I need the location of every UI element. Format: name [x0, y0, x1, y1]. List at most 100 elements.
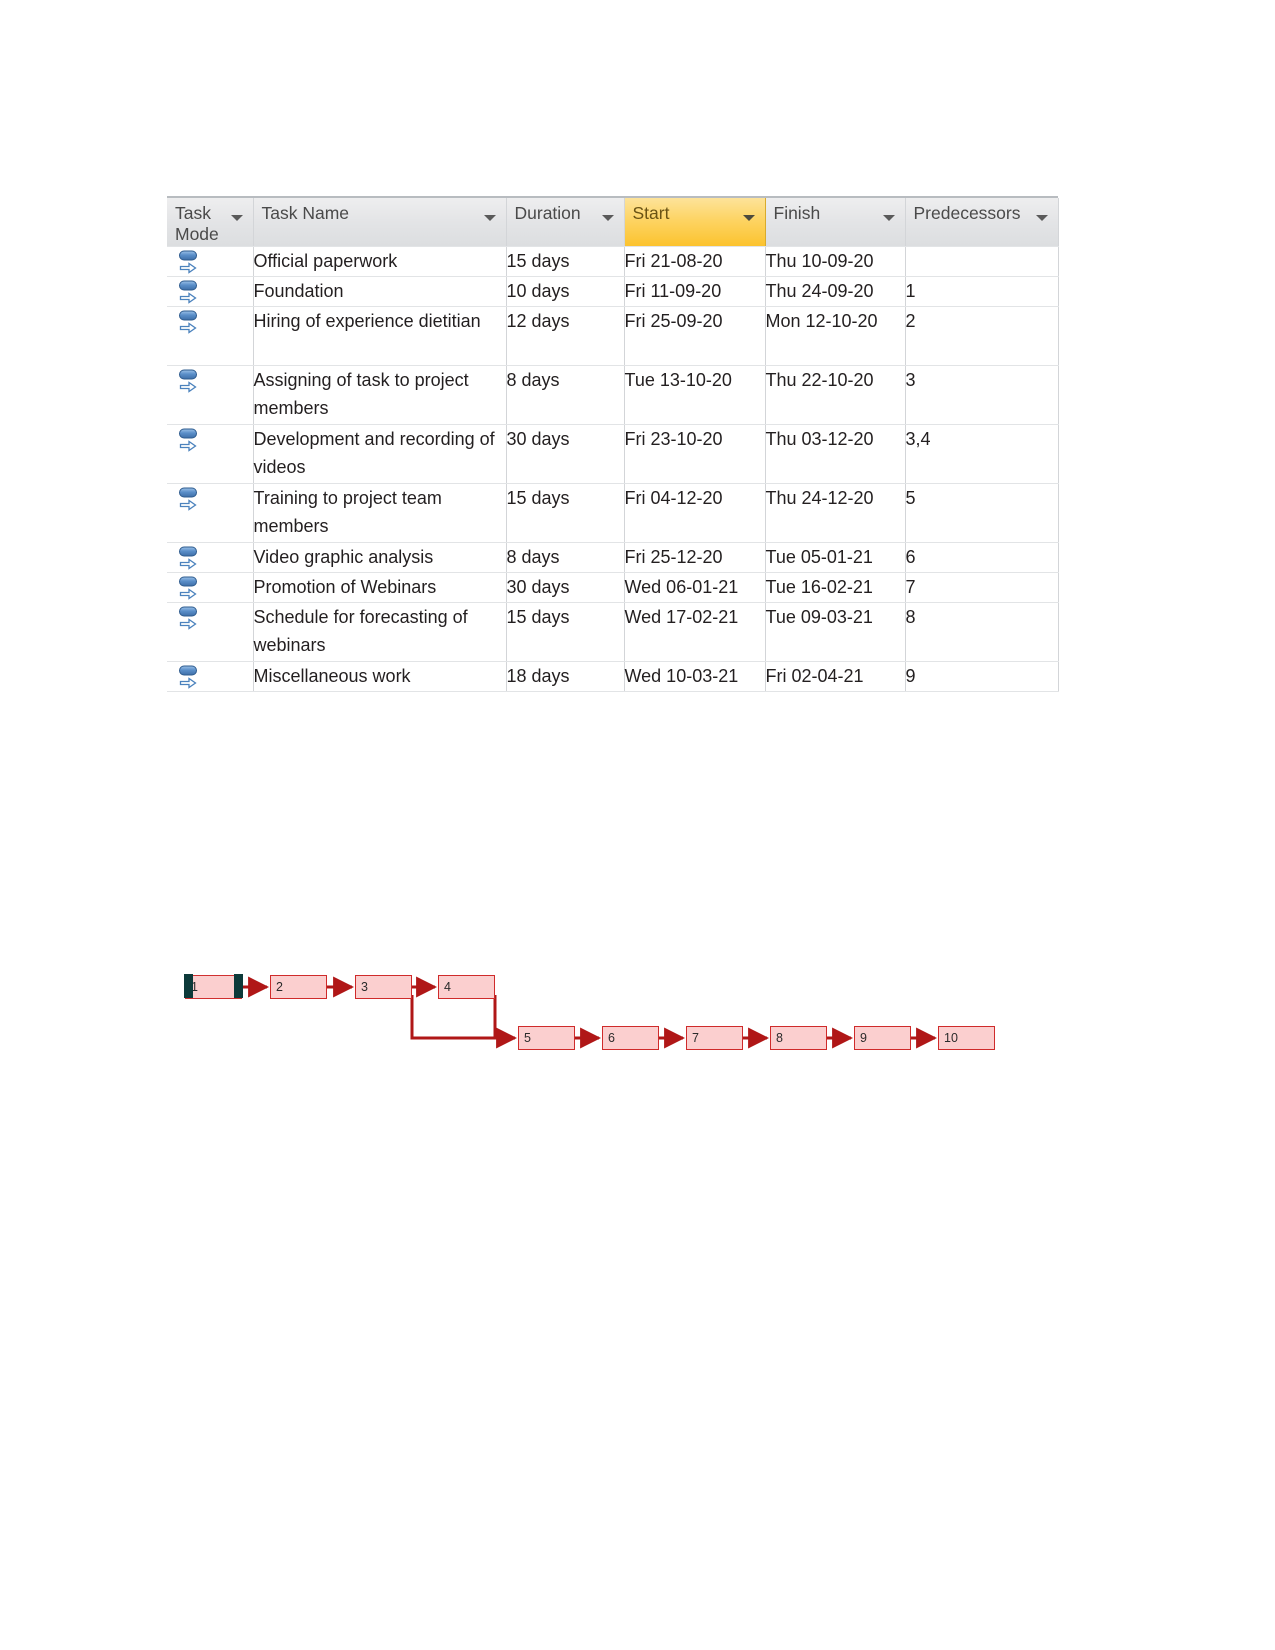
- cell-start[interactable]: Fri 25-12-20: [624, 542, 766, 573]
- column-header-finish[interactable]: Finish: [765, 198, 906, 247]
- task-table[interactable]: Task Mode Task Name Duration Start Finis…: [167, 198, 1059, 692]
- column-header-duration[interactable]: Duration: [506, 198, 625, 247]
- cell-finish[interactable]: Fri 02-04-21: [765, 661, 906, 692]
- cell-start[interactable]: Fri 04-12-20: [624, 483, 766, 543]
- cell-start[interactable]: Fri 23-10-20: [624, 424, 766, 484]
- column-header-start[interactable]: Start: [624, 198, 766, 247]
- table-row[interactable]: Assigning of task to project members 8 da…: [167, 365, 1059, 425]
- cell-task-mode[interactable]: [167, 661, 254, 692]
- network-node-2[interactable]: 2: [270, 975, 327, 999]
- network-node-8[interactable]: 8: [770, 1026, 827, 1050]
- cell-duration[interactable]: 10 days: [506, 276, 625, 307]
- table-row[interactable]: Foundation 10 days Fri 11-09-20 Thu 24-09-2…: [167, 276, 1059, 307]
- cell-finish[interactable]: Thu 24-09-20: [765, 276, 906, 307]
- cell-task-mode[interactable]: [167, 572, 254, 603]
- cell-task-mode[interactable]: [167, 365, 254, 425]
- cell-start[interactable]: Wed 10-03-21: [624, 661, 766, 692]
- cell-duration[interactable]: 15 days: [506, 483, 625, 543]
- table-row[interactable]: Development and recording of videos 30 da…: [167, 424, 1059, 484]
- cell-start[interactable]: Wed 06-01-21: [624, 572, 766, 603]
- column-header-task-name[interactable]: Task Name: [253, 198, 507, 247]
- filter-arrow-icon[interactable]: [230, 215, 243, 221]
- cell-start[interactable]: Fri 11-09-20: [624, 276, 766, 307]
- cell-task-name[interactable]: Hiring of experience dietitian: [253, 306, 507, 366]
- cell-task-name[interactable]: Video graphic analysis: [253, 542, 507, 573]
- task-sheet[interactable]: Task Mode Task Name Duration Start Finis…: [167, 196, 1059, 692]
- cell-predecessors[interactable]: 5: [905, 483, 1059, 543]
- auto-scheduled-icon: [178, 665, 204, 689]
- cell-start[interactable]: Fri 25-09-20: [624, 306, 766, 366]
- cell-predecessors[interactable]: 7: [905, 572, 1059, 603]
- cell-start[interactable]: Fri 21-08-20: [624, 246, 766, 277]
- cell-task-name[interactable]: Foundation: [253, 276, 507, 307]
- cell-task-name[interactable]: Promotion of Webinars: [253, 572, 507, 603]
- filter-arrow-icon[interactable]: [882, 215, 895, 221]
- selection-handle-left[interactable]: [184, 974, 194, 999]
- cell-task-name[interactable]: Schedule for forecasting of webinars: [253, 602, 507, 662]
- cell-task-name[interactable]: Assigning of task to project members: [253, 365, 507, 425]
- cell-task-mode[interactable]: [167, 246, 254, 277]
- cell-finish[interactable]: Thu 03-12-20: [765, 424, 906, 484]
- cell-predecessors[interactable]: 3: [905, 365, 1059, 425]
- cell-task-mode[interactable]: [167, 424, 254, 484]
- network-node-3[interactable]: 3: [355, 975, 412, 999]
- cell-task-name[interactable]: Training to project team members: [253, 483, 507, 543]
- network-node-7[interactable]: 7: [686, 1026, 743, 1050]
- cell-predecessors[interactable]: 8: [905, 602, 1059, 662]
- network-node-6[interactable]: 6: [602, 1026, 659, 1050]
- cell-task-mode[interactable]: [167, 602, 254, 662]
- cell-finish[interactable]: Thu 22-10-20: [765, 365, 906, 425]
- column-header-task-mode[interactable]: Task Mode: [167, 198, 254, 247]
- cell-duration[interactable]: 8 days: [506, 365, 625, 425]
- cell-duration[interactable]: 18 days: [506, 661, 625, 692]
- cell-finish[interactable]: Tue 09-03-21: [765, 602, 906, 662]
- network-node-1[interactable]: 1: [184, 974, 243, 999]
- cell-duration[interactable]: 12 days: [506, 306, 625, 366]
- filter-arrow-icon[interactable]: [742, 215, 755, 221]
- cell-predecessors[interactable]: 1: [905, 276, 1059, 307]
- cell-task-mode[interactable]: [167, 276, 254, 307]
- cell-duration[interactable]: 15 days: [506, 602, 625, 662]
- table-row[interactable]: Schedule for forecasting of webinars 15 d…: [167, 602, 1059, 662]
- cell-predecessors[interactable]: [905, 246, 1059, 277]
- filter-arrow-icon[interactable]: [483, 215, 496, 221]
- cell-predecessors[interactable]: 3,4: [905, 424, 1059, 484]
- table-row[interactable]: Promotion of Webinars 30 days Wed 06-01-21…: [167, 572, 1059, 603]
- filter-arrow-icon[interactable]: [601, 215, 614, 221]
- cell-start[interactable]: Wed 17-02-21: [624, 602, 766, 662]
- network-node-4[interactable]: 4: [438, 975, 495, 999]
- cell-finish[interactable]: Tue 05-01-21: [765, 542, 906, 573]
- network-node-9[interactable]: 9: [854, 1026, 911, 1050]
- table-row[interactable]: Official paperwork 15 days Fri 21-08-20 Thu…: [167, 246, 1059, 277]
- auto-scheduled-icon: [178, 606, 204, 630]
- cell-task-name[interactable]: Official paperwork: [253, 246, 507, 277]
- table-row[interactable]: Video graphic analysis 8 days Fri 25-12-20…: [167, 542, 1059, 573]
- cell-duration[interactable]: 30 days: [506, 424, 625, 484]
- auto-scheduled-icon: [178, 250, 204, 274]
- cell-duration[interactable]: 15 days: [506, 246, 625, 277]
- cell-predecessors[interactable]: 2: [905, 306, 1059, 366]
- cell-finish[interactable]: Mon 12-10-20: [765, 306, 906, 366]
- cell-predecessors[interactable]: 6: [905, 542, 1059, 573]
- cell-predecessors[interactable]: 9: [905, 661, 1059, 692]
- table-row[interactable]: Miscellaneous work 18 days Wed 10-03-21 Fri…: [167, 661, 1059, 692]
- filter-arrow-icon[interactable]: [1035, 215, 1048, 221]
- cell-duration[interactable]: 8 days: [506, 542, 625, 573]
- cell-duration[interactable]: 30 days: [506, 572, 625, 603]
- table-row[interactable]: Training to project team members 15 days F…: [167, 483, 1059, 543]
- cell-task-mode[interactable]: [167, 483, 254, 543]
- selection-handle-right[interactable]: [233, 974, 243, 999]
- cell-start[interactable]: Tue 13-10-20: [624, 365, 766, 425]
- cell-finish[interactable]: Thu 24-12-20: [765, 483, 906, 543]
- table-row[interactable]: Hiring of experience dietitian 12 days Fri…: [167, 306, 1059, 366]
- cell-task-mode[interactable]: [167, 542, 254, 573]
- cell-task-name[interactable]: Development and recording of videos: [253, 424, 507, 484]
- network-diagram[interactable]: 1 2 3 4 5 6 7 8 9 10: [150, 940, 1050, 1080]
- cell-finish[interactable]: Thu 10-09-20: [765, 246, 906, 277]
- cell-task-mode[interactable]: [167, 306, 254, 366]
- cell-finish[interactable]: Tue 16-02-21: [765, 572, 906, 603]
- column-header-predecessors[interactable]: Predecessors: [905, 198, 1059, 247]
- network-node-5[interactable]: 5: [518, 1026, 575, 1050]
- network-node-10[interactable]: 10: [938, 1026, 995, 1050]
- cell-task-name[interactable]: Miscellaneous work: [253, 661, 507, 692]
